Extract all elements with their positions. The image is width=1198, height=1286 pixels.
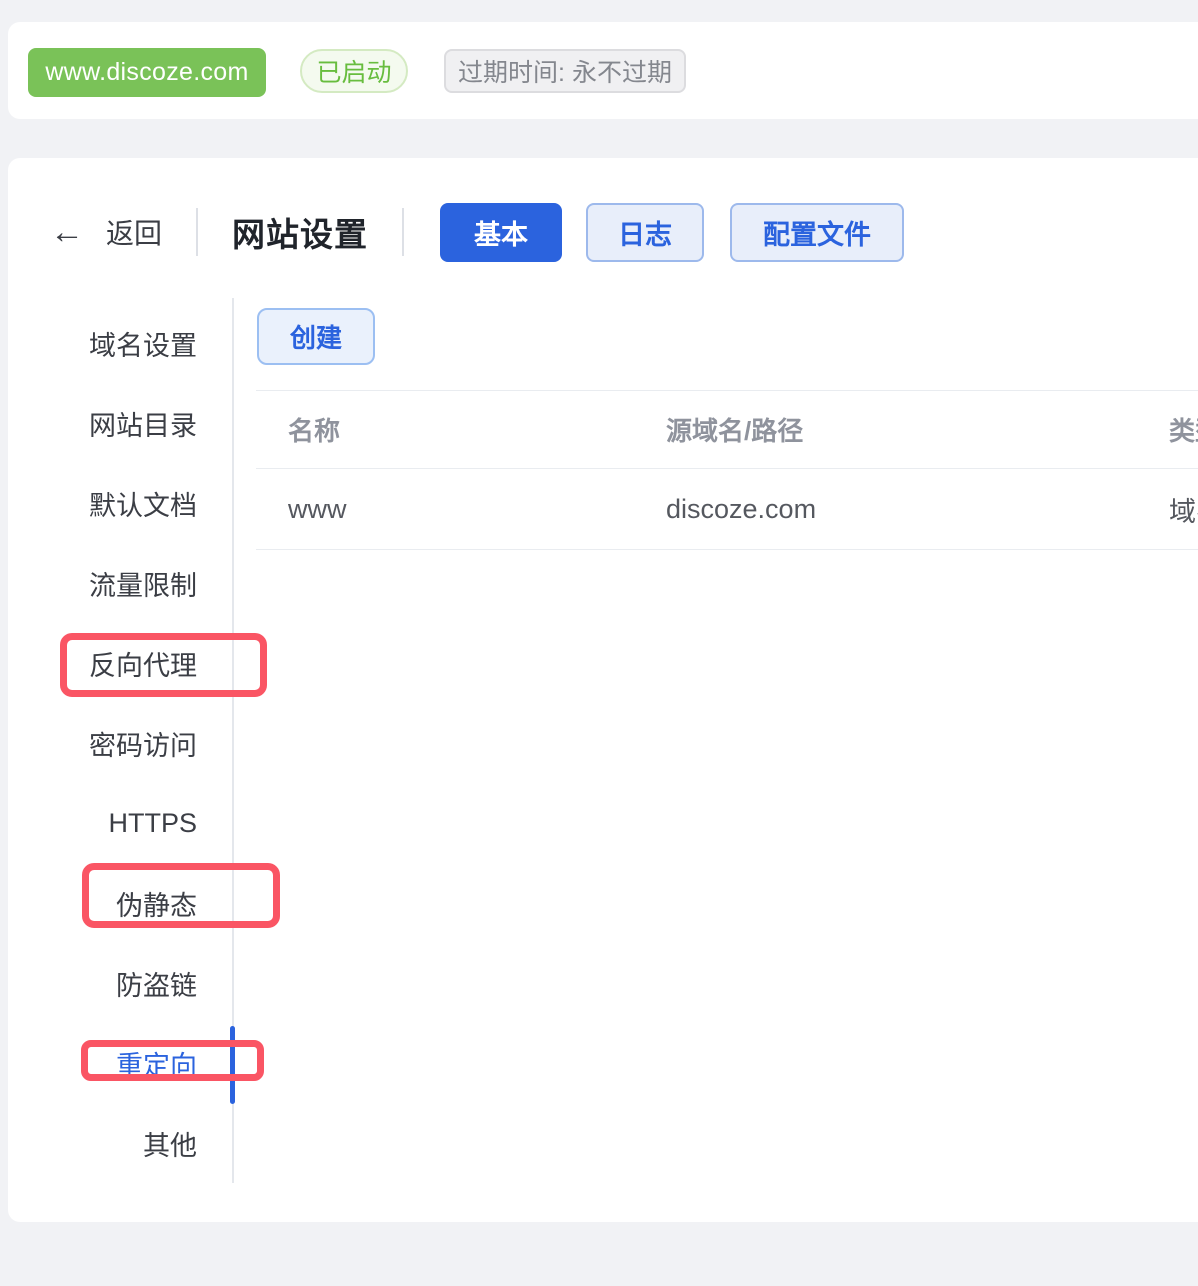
sidebar-item-default-document[interactable]: 默认文档 xyxy=(40,463,197,543)
sidebar-item-traffic-limit[interactable]: 流量限制 xyxy=(40,543,197,623)
column-header-source-domain-path: 源域名/路径 xyxy=(666,411,1169,448)
sidebar-item-domain-settings[interactable]: 域名设置 xyxy=(40,303,197,383)
settings-sidebar: 域名设置 网站目录 默认文档 流量限制 反向代理 密码访问 HTTPS 伪静态 … xyxy=(40,303,197,1183)
domain-button[interactable]: www.discoze.com xyxy=(28,48,266,97)
sidebar-item-url-rewrite[interactable]: 伪静态 xyxy=(40,863,197,943)
back-label: 返回 xyxy=(106,212,162,252)
tab-basic[interactable]: 基本 xyxy=(440,203,562,262)
site-settings-panel: ← 返回 网站设置 基本 日志 配置文件 域名设置 网站目录 默认文档 流量限制… xyxy=(8,158,1198,1222)
sidebar-item-other[interactable]: 其他 xyxy=(40,1103,197,1183)
tab-logs[interactable]: 日志 xyxy=(586,203,704,262)
header-divider xyxy=(196,208,198,256)
create-button[interactable]: 创建 xyxy=(257,308,375,365)
sidebar-item-hotlink-protection[interactable]: 防盗链 xyxy=(40,943,197,1023)
header-divider xyxy=(402,208,404,256)
back-button[interactable]: ← 返回 xyxy=(50,212,162,252)
table-header-row: 名称 源域名/路径 类型 xyxy=(256,390,1198,469)
column-header-type: 类型 xyxy=(1169,411,1198,448)
expiry-time-badge[interactable]: 过期时间: 永不过期 xyxy=(444,49,686,93)
column-header-name: 名称 xyxy=(256,411,666,448)
cell-name: www xyxy=(256,494,666,525)
sidebar-item-reverse-proxy[interactable]: 反向代理 xyxy=(40,623,197,703)
active-item-indicator xyxy=(230,1026,235,1104)
panel-header: ← 返回 网站设置 基本 日志 配置文件 xyxy=(50,202,904,262)
sidebar-item-redirect[interactable]: 重定向 xyxy=(40,1023,197,1103)
sidebar-item-site-directory[interactable]: 网站目录 xyxy=(40,383,197,463)
sidebar-item-password-access[interactable]: 密码访问 xyxy=(40,703,197,783)
site-status-badge[interactable]: 已启动 xyxy=(300,49,408,93)
back-arrow-icon: ← xyxy=(50,215,84,249)
page-title: 网站设置 xyxy=(232,208,368,256)
redirect-table: 名称 源域名/路径 类型 www discoze.com 域名 xyxy=(256,390,1198,550)
sidebar-item-https[interactable]: HTTPS xyxy=(40,783,197,863)
cell-type: 域名 xyxy=(1169,490,1198,529)
domain-topbar: www.discoze.com 已启动 过期时间: 永不过期 xyxy=(8,22,1198,119)
page: www.discoze.com 已启动 过期时间: 永不过期 ← 返回 网站设置… xyxy=(0,0,1198,1286)
table-row: www discoze.com 域名 xyxy=(256,469,1198,550)
cell-source-domain: discoze.com xyxy=(666,494,1169,525)
tab-config-file[interactable]: 配置文件 xyxy=(730,203,904,262)
